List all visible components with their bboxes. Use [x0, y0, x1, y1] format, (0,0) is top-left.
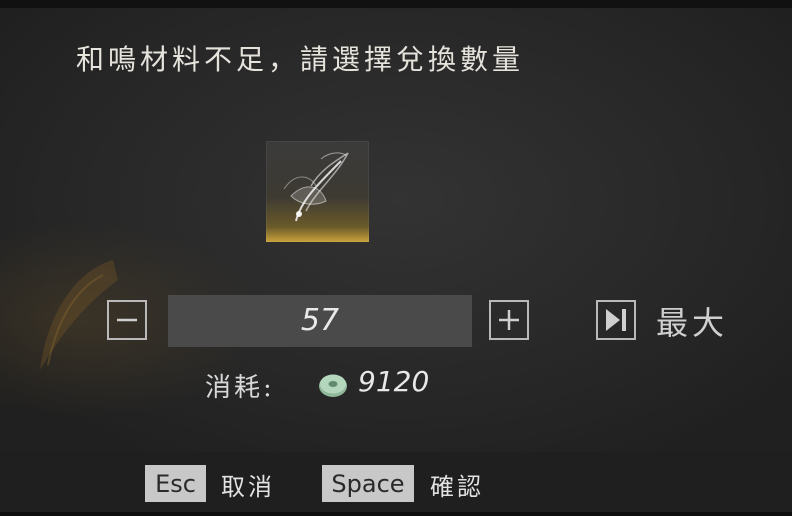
jade-coin-icon: [319, 374, 347, 397]
footer-border: [0, 512, 792, 516]
feather-fan-item-icon: [283, 152, 349, 222]
confirm-button[interactable]: 確認: [430, 467, 484, 502]
cost-value: 9120: [358, 365, 430, 398]
increase-button[interactable]: [489, 300, 529, 340]
space-key-hint[interactable]: Space: [322, 465, 414, 502]
top-border: [0, 0, 792, 8]
dialog-title: 和鳴材料不足，請選擇兌換數量: [76, 43, 525, 76]
cancel-button[interactable]: 取消: [221, 467, 275, 502]
esc-key-hint[interactable]: Esc: [145, 465, 206, 502]
max-label[interactable]: 最大: [656, 298, 728, 344]
item-slot[interactable]: [266, 141, 369, 242]
decrease-button[interactable]: [107, 300, 147, 340]
quantity-input[interactable]: [168, 295, 472, 347]
skip-to-end-icon: [606, 309, 626, 331]
max-button[interactable]: [596, 300, 636, 340]
cost-label: 消耗:: [205, 373, 275, 403]
exchange-dialog: 和鳴材料不足，請選擇兌換數量 最大 消耗: 9: [0, 0, 792, 516]
minus-icon: [117, 318, 137, 322]
plus-icon: [499, 310, 519, 330]
